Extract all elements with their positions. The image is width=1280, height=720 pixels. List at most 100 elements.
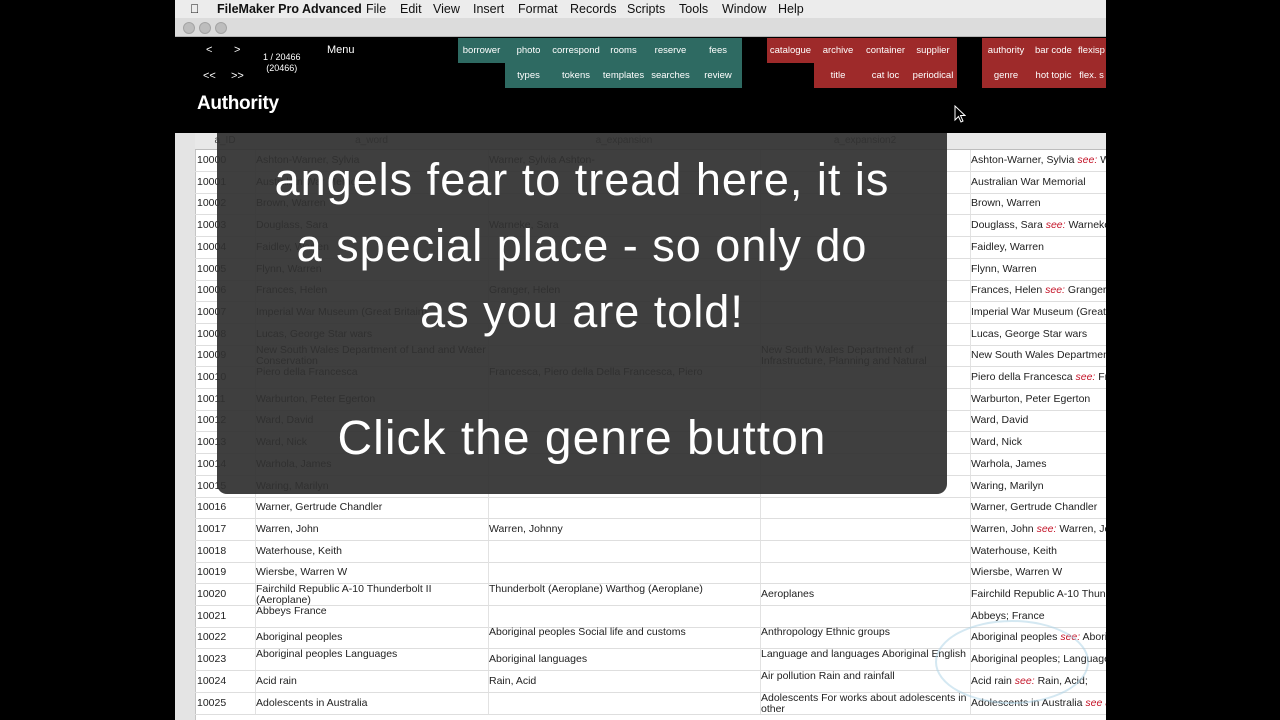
cell-a-expansion[interactable]: Warren, Johnny [488,518,761,540]
cell-a-id[interactable]: 10023 [195,649,256,671]
app-name[interactable]: FileMaker Pro Advanced [217,2,362,16]
menu-view[interactable]: View [433,2,460,16]
table-row[interactable]: 10020 Fairchild Republic A-10 Thunderbolt… [195,584,1106,606]
cell-display[interactable]: Brown, Warren [970,193,1106,214]
tokens-button[interactable]: tokens [552,63,600,88]
cell-a-id[interactable]: 10025 [195,692,256,714]
next-record-button[interactable]: > [234,44,240,56]
cell-display[interactable]: Australian War Memorial [970,172,1106,193]
cell-a-word[interactable]: Aboriginal peoples Languages [255,649,489,671]
table-row[interactable]: 10018 Waterhouse, Keith Waterhouse, Keith [195,540,1106,563]
menu-tools[interactable]: Tools [679,2,708,16]
cell-a-word[interactable]: Waterhouse, Keith [255,540,489,562]
cell-a-word[interactable]: Warner, Gertrude Chandler [255,497,489,519]
table-row[interactable]: 10017 Warren, John Warren, Johnny Warren, J… [195,518,1106,541]
cell-display[interactable]: Warhola, James [970,454,1106,475]
cell-display[interactable]: Piero della Francesca see: Fra [970,367,1106,388]
cell-display[interactable]: Douglass, Sara see: Warneke [970,215,1106,236]
photo-button[interactable]: photo [505,38,552,63]
cell-a-word[interactable]: Acid rain [255,670,489,692]
cell-a-expansion2[interactable] [760,562,971,584]
title-button[interactable]: title [814,63,862,88]
table-row[interactable]: 10019 Wiersbe, Warren W Wiersbe, Warren W [195,562,1106,585]
cell-a-expansion[interactable] [488,605,761,627]
borrower-button[interactable]: borrower [458,38,505,63]
cell-display[interactable]: Ward, Nick [970,432,1106,453]
menu-format[interactable]: Format [518,2,558,16]
searches-button[interactable]: searches [647,63,694,88]
cell-display[interactable]: Waring, Marilyn [970,476,1106,497]
periodical-button[interactable]: periodical [909,63,957,88]
menu-records[interactable]: Records [570,2,617,16]
close-window-button[interactable] [183,22,195,34]
genre-button[interactable]: genre [982,63,1030,88]
cell-a-id[interactable]: 10018 [195,540,256,562]
menu-help[interactable]: Help [778,2,804,16]
cell-a-expansion[interactable]: Aboriginal peoples Social life and custo… [488,627,761,649]
cell-a-expansion2[interactable] [760,518,971,540]
types-button[interactable]: types [505,63,552,88]
menu-insert[interactable]: Insert [473,2,504,16]
cell-a-expansion[interactable] [488,692,761,714]
authority-button[interactable]: authority [982,38,1030,63]
supplier-button[interactable]: supplier [909,38,957,63]
prev-record-button[interactable]: < [206,44,212,56]
zoom-window-button[interactable] [215,22,227,34]
flexisp-button[interactable]: flexisp [1077,38,1106,63]
rooms-button[interactable]: rooms [600,38,647,63]
table-row[interactable]: 10021 Abbeys France Abbeys; France [195,605,1106,628]
reserve-button[interactable]: reserve [647,38,694,63]
menu-edit[interactable]: Edit [400,2,422,16]
cell-a-expansion[interactable]: Thunderbolt (Aeroplane) Warthog (Aeropla… [488,584,761,605]
menu-window[interactable]: Window [722,2,766,16]
cell-a-expansion2[interactable]: Adolescents For works about adolescents … [760,692,971,714]
cell-a-id[interactable]: 10021 [195,605,256,627]
minimize-window-button[interactable] [199,22,211,34]
cell-a-word[interactable]: Warren, John [255,518,489,540]
cell-display[interactable]: Ward, David [970,410,1106,431]
first-record-button[interactable]: << [203,70,216,82]
cell-a-word[interactable]: Fairchild Republic A-10 Thunderbolt II (… [255,584,489,605]
cell-a-id[interactable]: 10019 [195,562,256,584]
apple-icon[interactable]:  [190,2,199,16]
cell-a-expansion2[interactable] [760,497,971,519]
cell-display[interactable]: New South Wales Department [970,345,1106,366]
cell-a-id[interactable]: 10016 [195,497,256,519]
cell-a-word[interactable]: Abbeys France [255,605,489,627]
catalogue-button[interactable]: catalogue [767,38,814,63]
cell-a-id[interactable]: 10020 [195,584,256,605]
cell-a-word[interactable]: Wiersbe, Warren W [255,562,489,584]
cell-a-expansion[interactable] [488,562,761,584]
cell-display[interactable]: Imperial War Museum (Great [970,302,1106,323]
flex-s-button[interactable]: flex. s [1077,63,1106,88]
cell-a-word[interactable]: Adolescents in Australia [255,692,489,714]
cell-display[interactable]: Warren, John see: Warren, Jo [970,519,1106,540]
cell-display[interactable]: Waterhouse, Keith [970,541,1106,562]
cell-a-expansion2[interactable] [760,540,971,562]
cell-display[interactable]: Faidley, Warren [970,237,1106,258]
hot-topic-button[interactable]: hot topic [1030,63,1077,88]
last-record-button[interactable]: >> [231,70,244,82]
cell-display[interactable]: Fairchild Republic A-10 Thund [970,584,1106,605]
cell-a-word[interactable]: Aboriginal peoples [255,627,489,649]
cell-a-id[interactable]: 10022 [195,627,256,649]
cell-display[interactable]: Ashton-Warner, Sylvia see: Warner, Sylvi… [970,150,1106,171]
cell-display[interactable]: Warner, Gertrude Chandler [970,497,1106,518]
cell-a-expansion[interactable] [488,540,761,562]
cell-a-id[interactable]: 10024 [195,670,256,692]
cell-display[interactable]: Wiersbe, Warren W [970,562,1106,583]
cell-a-expansion[interactable]: Aboriginal languages [488,649,761,671]
cell-display[interactable]: Lucas, George Star wars [970,324,1106,345]
cell-a-expansion2[interactable]: Aeroplanes [760,584,971,605]
review-button[interactable]: review [694,63,742,88]
correspond-button[interactable]: correspond [552,38,600,63]
bar-code-button[interactable]: bar code [1030,38,1077,63]
fees-button[interactable]: fees [694,38,742,63]
cell-display[interactable]: Frances, Helen see: Granger, [970,280,1106,301]
menu-file[interactable]: File [366,2,386,16]
cell-a-expansion2[interactable] [760,605,971,627]
table-row[interactable]: 10016 Warner, Gertrude Chandler Warner, Ge… [195,497,1106,520]
templates-button[interactable]: templates [600,63,647,88]
container-button[interactable]: container [862,38,909,63]
cell-display[interactable]: Flynn, Warren [970,259,1106,280]
